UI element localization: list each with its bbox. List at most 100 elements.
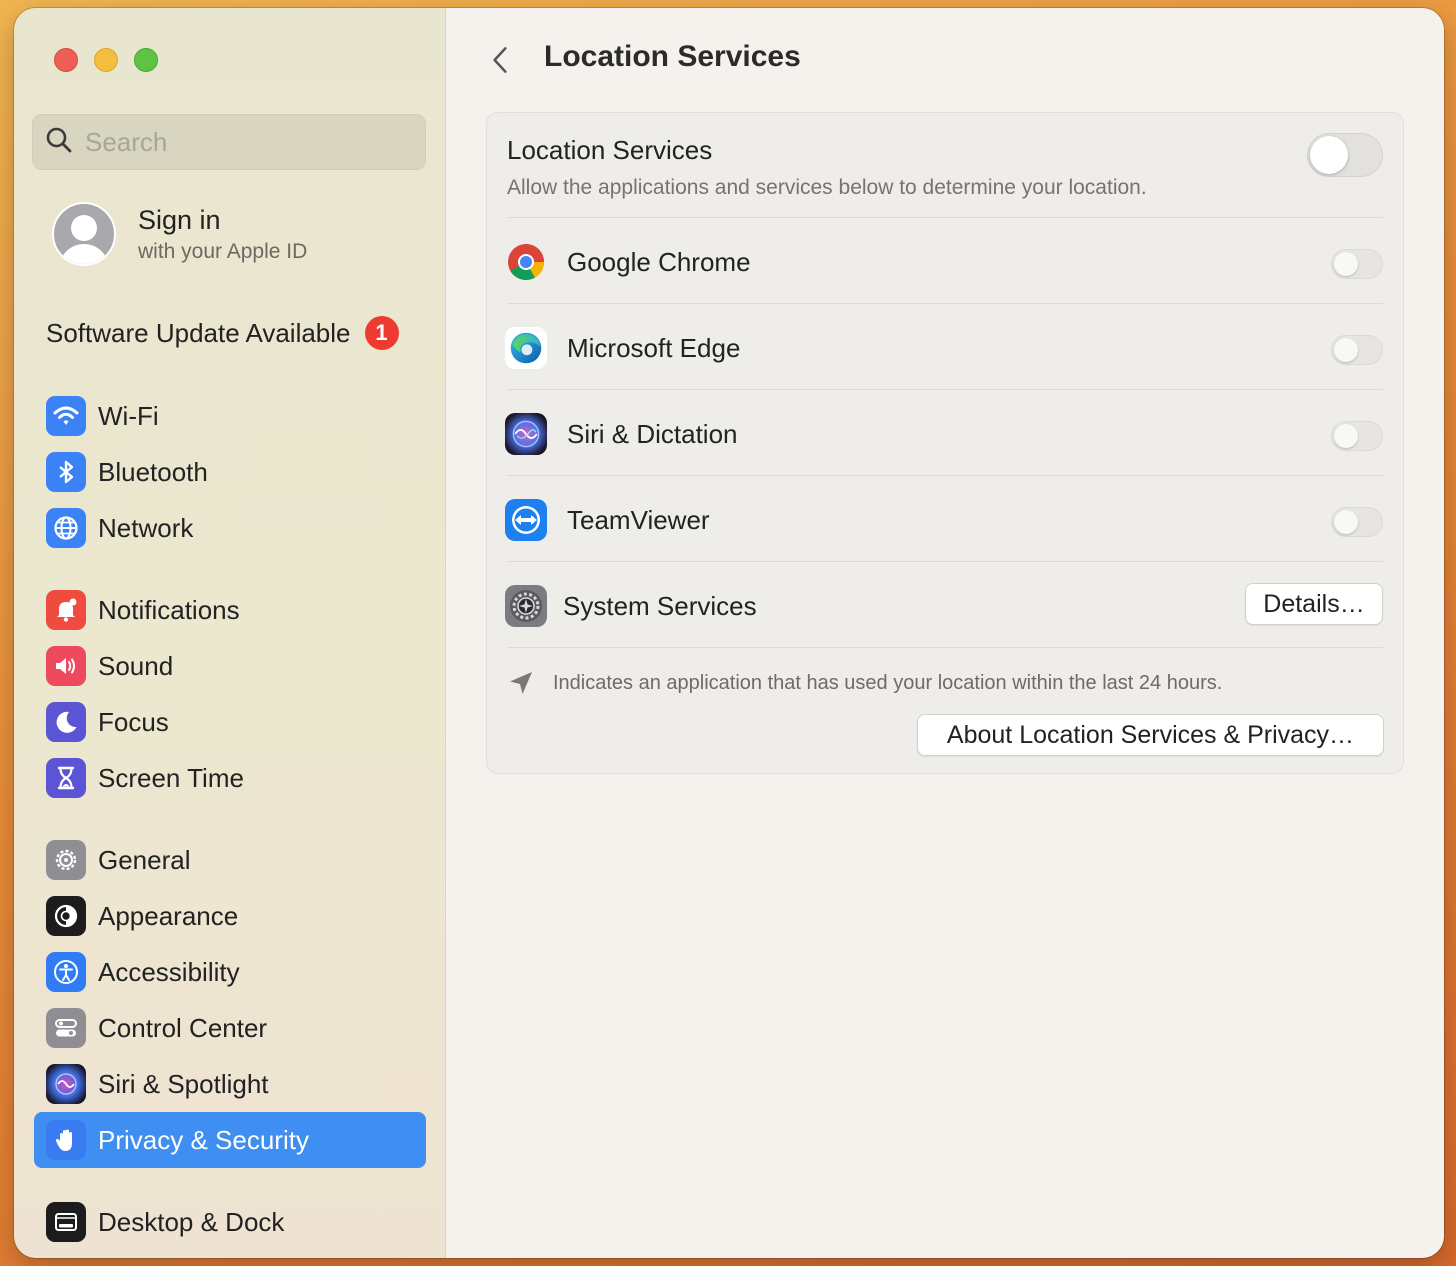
bell-icon	[46, 590, 86, 630]
sidebar-item-label: Screen Time	[98, 762, 244, 793]
teamviewer-icon	[505, 499, 547, 541]
back-button[interactable]	[482, 40, 518, 80]
nav-group-network: Wi-Fi Bluetooth Network	[34, 388, 426, 556]
sidebar: Sign in with your Apple ID Software Upda…	[14, 8, 446, 1258]
sidebar-item-accessibility[interactable]: Accessibility	[34, 944, 426, 1000]
globe-icon	[46, 508, 86, 548]
close-window-button[interactable]	[54, 48, 78, 72]
signin-title: Sign in	[138, 204, 221, 235]
sidebar-item-label: Network	[98, 512, 194, 543]
location-services-panel: Location Services Allow the applications…	[486, 112, 1404, 774]
sidebar-item-label: Wi-Fi	[98, 400, 159, 431]
divider	[507, 475, 1383, 476]
sidebar-item-label: Accessibility	[98, 956, 240, 987]
sidebar-item-label: Bluetooth	[98, 456, 208, 487]
software-update-label: Software Update Available	[46, 317, 351, 348]
app-label: System Services	[563, 590, 757, 621]
sidebar-item-desktop-dock[interactable]: Desktop & Dock	[34, 1194, 426, 1250]
about-location-privacy-button[interactable]: About Location Services & Privacy…	[917, 714, 1384, 756]
location-services-toggle[interactable]	[1307, 133, 1383, 177]
accessibility-icon	[46, 952, 86, 992]
hourglass-icon	[46, 758, 86, 798]
zoom-window-button[interactable]	[134, 48, 158, 72]
sidebar-item-label: Appearance	[98, 900, 239, 931]
teamviewer-toggle[interactable]	[1331, 507, 1383, 537]
search-input[interactable]	[85, 126, 405, 158]
google-chrome-toggle[interactable]	[1331, 249, 1383, 279]
wifi-icon	[46, 396, 86, 436]
location-services-row: Location Services Allow the applications…	[507, 133, 1383, 200]
app-label: Google Chrome	[567, 246, 751, 277]
sidebar-item-sound[interactable]: Sound	[34, 638, 426, 694]
location-arrow-icon	[510, 672, 532, 694]
search-field[interactable]	[32, 114, 426, 170]
microsoft-edge-toggle[interactable]	[1331, 335, 1383, 365]
details-button[interactable]: Details…	[1245, 583, 1383, 625]
sidebar-item-notifications[interactable]: Notifications	[34, 582, 426, 638]
control-center-icon	[46, 1008, 86, 1048]
divider	[507, 389, 1383, 390]
nav-group-general: General Appearance Accessibility Control…	[34, 832, 426, 1168]
edge-icon	[505, 327, 547, 369]
signin-subtitle: with your Apple ID	[138, 239, 308, 263]
divider	[507, 561, 1383, 562]
search-icon	[45, 126, 73, 159]
app-row-system-services: System Services Details…	[505, 563, 1383, 649]
gear-icon	[46, 840, 86, 880]
main-content: Location Services Location Services Allo…	[446, 8, 1444, 1258]
software-update-item[interactable]: Software Update Available 1	[46, 316, 399, 350]
sidebar-item-focus[interactable]: Focus	[34, 694, 426, 750]
settings-window: Sign in with your Apple ID Software Upda…	[14, 8, 1444, 1258]
system-gear-icon	[505, 585, 547, 627]
sidebar-item-wifi[interactable]: Wi-Fi	[34, 388, 426, 444]
siri-icon	[46, 1064, 86, 1104]
location-services-description: Allow the applications and services belo…	[507, 176, 1147, 199]
sidebar-item-control-center[interactable]: Control Center	[34, 1000, 426, 1056]
sidebar-item-network[interactable]: Network	[34, 500, 426, 556]
sidebar-item-label: Desktop & Dock	[98, 1206, 285, 1237]
speaker-icon	[46, 646, 86, 686]
sidebar-item-label: General	[98, 844, 191, 875]
chrome-icon	[505, 241, 547, 283]
app-row-teamviewer: TeamViewer	[505, 477, 1383, 563]
footnote-text: Indicates an application that has used y…	[553, 671, 1223, 694]
app-label: Siri & Dictation	[567, 418, 738, 449]
sidebar-item-label: Control Center	[98, 1012, 268, 1043]
nav-group-desktop: Desktop & Dock	[34, 1194, 426, 1250]
siri-icon	[505, 413, 547, 455]
chevron-left-icon	[493, 47, 507, 73]
window-controls	[54, 48, 158, 72]
page-title: Location Services	[544, 40, 801, 73]
app-label: TeamViewer	[567, 504, 710, 535]
app-row-microsoft-edge: Microsoft Edge	[505, 305, 1383, 391]
nav-group-notifications: Notifications Sound Focus Screen Time	[34, 582, 426, 806]
sidebar-item-screen-time[interactable]: Screen Time	[34, 750, 426, 806]
sidebar-item-label: Privacy & Security	[98, 1124, 309, 1155]
sidebar-item-label: Sound	[98, 650, 174, 681]
bluetooth-icon	[46, 452, 86, 492]
avatar	[52, 202, 116, 266]
hand-icon	[46, 1120, 86, 1160]
siri-dictation-toggle[interactable]	[1331, 421, 1383, 451]
appearance-icon	[46, 896, 86, 936]
sidebar-item-siri-spotlight[interactable]: Siri & Spotlight	[34, 1056, 426, 1112]
dock-icon	[46, 1202, 86, 1242]
sidebar-item-appearance[interactable]: Appearance	[34, 888, 426, 944]
sidebar-item-label: Focus	[98, 706, 169, 737]
sidebar-item-label: Siri & Spotlight	[98, 1068, 269, 1099]
update-count-badge: 1	[364, 316, 399, 350]
location-services-title: Location Services	[507, 135, 713, 165]
divider	[507, 303, 1383, 304]
sidebar-item-privacy-security[interactable]: Privacy & Security	[34, 1112, 426, 1168]
sidebar-item-label: Notifications	[98, 594, 240, 625]
sidebar-item-general[interactable]: General	[34, 832, 426, 888]
app-row-siri-dictation: Siri & Dictation	[505, 391, 1383, 477]
sidebar-item-bluetooth[interactable]: Bluetooth	[34, 444, 426, 500]
app-row-google-chrome: Google Chrome	[505, 219, 1383, 305]
location-indicator-note: Indicates an application that has used y…	[507, 669, 1222, 697]
divider	[507, 647, 1383, 648]
apple-id-signin[interactable]: Sign in with your Apple ID	[52, 202, 307, 266]
divider	[507, 217, 1383, 218]
minimize-window-button[interactable]	[94, 48, 118, 72]
app-label: Microsoft Edge	[567, 332, 741, 363]
